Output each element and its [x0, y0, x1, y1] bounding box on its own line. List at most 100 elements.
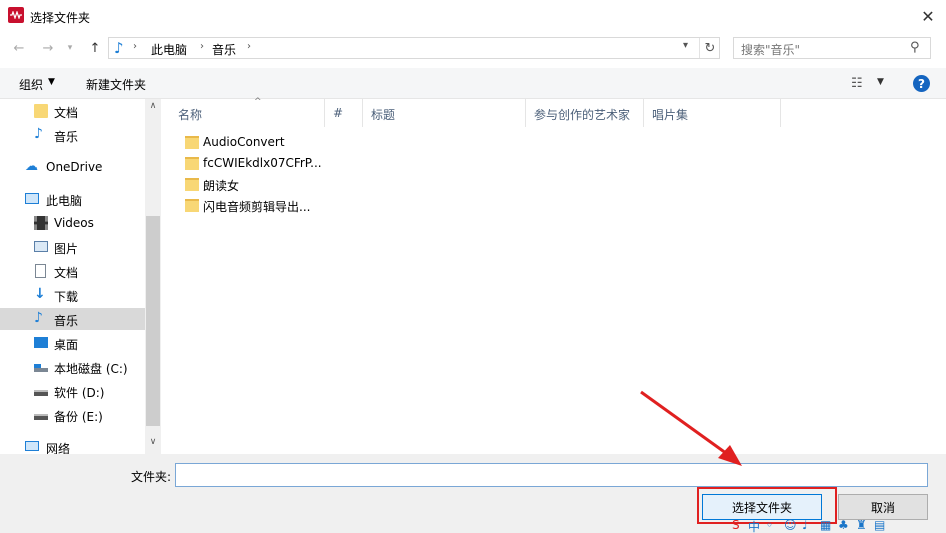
- folder-name-input[interactable]: [176, 464, 927, 486]
- organize-dropdown-icon[interactable]: ▼: [48, 77, 55, 87]
- file-name: 闪电音频剪辑导出...: [203, 200, 311, 214]
- search-input[interactable]: 搜索"音乐" ⚲: [733, 37, 931, 59]
- help-icon[interactable]: ?: [913, 75, 930, 92]
- nav-item-label: 音乐: [54, 130, 79, 144]
- nav-item-label: 软件 (D:): [54, 386, 105, 400]
- film-icon: [34, 216, 48, 230]
- breadcrumb-chevron-icon[interactable]: ›: [200, 41, 204, 52]
- breadcrumb-chevron-icon[interactable]: ›: [247, 41, 251, 52]
- nav-item-label: 音乐: [54, 314, 79, 328]
- nav-item-drive-d[interactable]: 软件 (D:): [0, 380, 145, 402]
- folder-icon: [34, 104, 48, 118]
- file-row-folder[interactable]: 闪电音频剪辑导出...: [181, 196, 351, 216]
- nav-item-label: 桌面: [54, 338, 79, 352]
- scroll-down-chevron-icon[interactable]: ∨: [145, 437, 161, 447]
- nav-item-drive-e[interactable]: 备份 (E:): [0, 404, 145, 426]
- punctuation-icon[interactable]: ◦: [766, 518, 780, 532]
- breadcrumb-this-pc[interactable]: 此电脑: [151, 41, 187, 58]
- search-placeholder: 搜索"音乐": [741, 43, 801, 57]
- document-icon: [35, 264, 46, 278]
- folder-icon: [185, 157, 199, 170]
- scrollbar-thumb[interactable]: [146, 216, 160, 426]
- file-row-folder[interactable]: AudioConvert: [181, 133, 351, 153]
- network-icon: [25, 441, 39, 451]
- column-header-label: 唱片集: [652, 108, 689, 122]
- file-name: 朗读女: [203, 179, 240, 193]
- file-name: fcCWIEkdlx07CFrP...: [203, 156, 322, 170]
- nav-item-drive-c[interactable]: 本地磁盘 (C:): [0, 356, 145, 378]
- nav-item-desktop[interactable]: 桌面: [0, 332, 145, 354]
- view-details-icon[interactable]: ☷: [851, 76, 863, 91]
- back-arrow-icon[interactable]: ←: [10, 39, 28, 57]
- download-arrow-icon: ↓: [34, 286, 46, 302]
- tools-icon[interactable]: ▤: [874, 518, 888, 532]
- recent-locations-chevron-icon[interactable]: ▾: [61, 39, 79, 57]
- column-header-name[interactable]: 名称 ^: [170, 97, 325, 127]
- nav-item-downloads[interactable]: ↓ 下载: [0, 284, 145, 306]
- new-folder-button[interactable]: 新建文件夹: [86, 76, 146, 93]
- view-dropdown-icon[interactable]: ▼: [877, 77, 884, 87]
- folder-name-field[interactable]: [175, 463, 928, 487]
- tshirt-icon[interactable]: ♜: [856, 518, 870, 532]
- computer-icon: [25, 193, 39, 204]
- organize-button[interactable]: 组织: [19, 76, 43, 93]
- nav-item-this-pc[interactable]: 此电脑: [0, 188, 145, 210]
- keyboard-icon[interactable]: ▦: [820, 518, 834, 532]
- nav-item-label: 本地磁盘 (C:): [54, 362, 128, 376]
- forward-arrow-icon[interactable]: →: [39, 39, 57, 57]
- file-row-folder[interactable]: 朗读女: [181, 175, 351, 195]
- music-note-icon: ♪: [34, 310, 43, 326]
- toolbar: 组织 ▼ 新建文件夹 ☷ ▼ ?: [0, 68, 946, 99]
- breadcrumb-chevron-icon[interactable]: ›: [133, 41, 137, 52]
- nav-item-documents[interactable]: 文档: [0, 100, 145, 122]
- nav-scrollbar[interactable]: ∧ ∨: [145, 99, 161, 454]
- search-icon[interactable]: ⚲: [910, 40, 920, 55]
- nav-item-onedrive[interactable]: ☁ OneDrive: [0, 156, 145, 178]
- music-note-icon: ♪: [34, 126, 43, 142]
- refresh-icon[interactable]: ↻: [699, 38, 720, 58]
- music-note-icon: ♪: [114, 39, 124, 57]
- nav-item-network[interactable]: 网络: [0, 436, 145, 454]
- nav-item-label: 图片: [54, 242, 79, 256]
- address-bar[interactable]: ♪ › 此电脑 › 音乐 › ▾ ↻: [108, 37, 720, 59]
- emoji-icon[interactable]: ☺: [784, 518, 798, 532]
- file-row-folder[interactable]: fcCWIEkdlx07CFrP...: [181, 154, 351, 174]
- drive-icon: [34, 390, 48, 396]
- column-header-label: #: [333, 106, 344, 120]
- nav-item-label: Videos: [54, 216, 94, 230]
- column-header-artists[interactable]: 参与创作的艺术家: [526, 99, 644, 127]
- nav-item-music[interactable]: ♪ 音乐: [0, 124, 145, 146]
- nav-item-label: OneDrive: [46, 160, 103, 174]
- nav-item-label: 网络: [46, 442, 71, 454]
- ime-mode-icon[interactable]: 中: [748, 518, 762, 533]
- address-dropdown-icon[interactable]: ▾: [683, 40, 688, 51]
- mic-icon[interactable]: ♩: [802, 518, 816, 532]
- up-arrow-icon[interactable]: ↑: [86, 39, 104, 57]
- column-header-number[interactable]: #: [325, 99, 363, 127]
- nav-item-pictures[interactable]: 图片: [0, 236, 145, 258]
- column-header-label: 名称: [178, 108, 203, 122]
- close-button[interactable]: ✕: [914, 3, 942, 29]
- window-title: 选择文件夹: [30, 11, 91, 25]
- skin-icon[interactable]: ♣: [838, 518, 852, 532]
- ime-logo-icon[interactable]: S: [732, 518, 746, 532]
- column-header-album[interactable]: 唱片集: [644, 99, 781, 127]
- nav-item-videos[interactable]: Videos: [0, 212, 145, 234]
- folder-icon: [185, 136, 199, 149]
- scroll-up-chevron-icon[interactable]: ∧: [145, 101, 161, 111]
- nav-item-label: 文档: [54, 106, 79, 120]
- picture-icon: [34, 241, 48, 252]
- nav-item-label: 下载: [54, 290, 79, 304]
- nav-item-label: 文档: [54, 266, 79, 280]
- sort-ascending-icon: ^: [254, 97, 262, 107]
- nav-item-documents-pc[interactable]: 文档: [0, 260, 145, 282]
- folder-icon: [185, 199, 199, 212]
- column-header-title[interactable]: 标题: [363, 99, 526, 127]
- nav-item-label: 此电脑: [46, 194, 83, 208]
- title-bar: 选择文件夹 ✕: [0, 0, 946, 33]
- nav-item-music-pc[interactable]: ♪ 音乐: [0, 308, 145, 330]
- breadcrumb-music[interactable]: 音乐: [212, 41, 236, 58]
- folder-field-label: 文件夹:: [131, 470, 172, 484]
- ime-toolbar: S 中 ◦ ☺ ♩ ▦ ♣ ♜ ▤: [732, 512, 946, 533]
- windows-drive-icon: [34, 364, 48, 372]
